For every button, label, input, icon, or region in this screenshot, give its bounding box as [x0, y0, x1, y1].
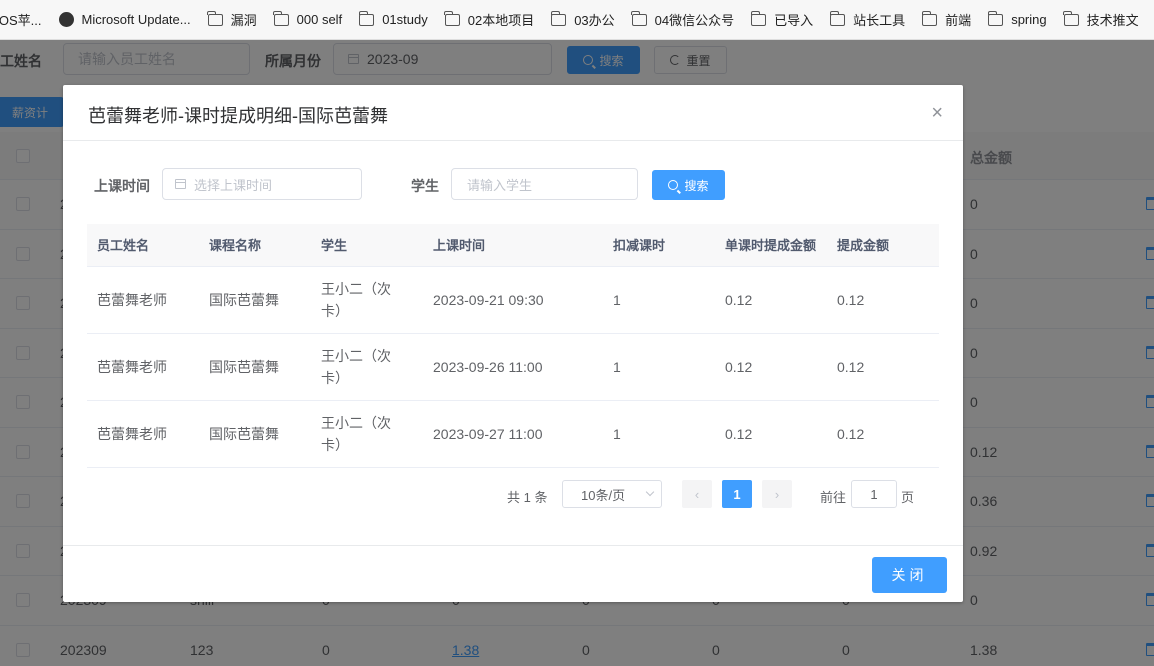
close-dialog-button[interactable]: 关闭: [872, 557, 947, 593]
column-header: 学生: [321, 238, 348, 253]
page-size-select[interactable]: 10条/页: [562, 480, 662, 508]
bookmark-folder[interactable]: 02本地项目: [444, 10, 534, 29]
student-label: 学生: [411, 178, 439, 194]
hours-cell: 1: [613, 292, 621, 308]
employee-cell: 芭蕾舞老师: [97, 292, 167, 308]
folder-icon: [987, 10, 1004, 26]
commission-amount-cell: 0.12: [837, 359, 865, 375]
next-page-button[interactable]: ›: [762, 480, 792, 508]
hours-cell: 1: [613, 426, 621, 442]
class-time-cell: 2023-09-26 11:00: [433, 359, 543, 375]
course-cell: 国际芭蕾舞: [209, 426, 279, 442]
employee-cell: 芭蕾舞老师: [97, 426, 167, 442]
student-cell: 王小二（次卡）: [321, 348, 391, 386]
table-row: 芭蕾舞老师 国际芭蕾舞 王小二（次卡） 2023-09-26 11:00 1 0…: [87, 334, 939, 401]
column-header: 扣减课时: [613, 238, 666, 253]
dialog-search-button[interactable]: 搜索: [652, 170, 725, 200]
course-cell: 国际芭蕾舞: [209, 359, 279, 375]
chevron-right-icon: ›: [774, 486, 780, 502]
bookmark-folder[interactable]: 技术推文: [1063, 10, 1139, 29]
globe-icon: [58, 12, 74, 27]
table-header: 员工姓名 课程名称 学生 上课时间 扣减课时 单课时提成金额 提成金额: [87, 224, 939, 267]
close-icon[interactable]: ×: [931, 103, 943, 123]
dialog-header: 芭蕾舞老师-课时提成明细-国际芭蕾舞 ×: [63, 85, 963, 141]
commission-amount-cell: 0.12: [837, 426, 865, 442]
folder-icon: [273, 10, 289, 26]
course-cell: 国际芭蕾舞: [209, 292, 279, 308]
folder-icon: [358, 10, 375, 26]
chevron-left-icon: ‹: [694, 486, 700, 502]
class-time-picker[interactable]: 选择上课时间: [162, 168, 362, 200]
bookmark-folder[interactable]: 000 self: [273, 10, 342, 27]
employee-cell: 芭蕾舞老师: [97, 359, 167, 375]
class-time-cell: 2023-09-21 09:30: [433, 292, 544, 308]
column-header: 上课时间: [433, 238, 486, 253]
unit-commission-cell: 0.12: [725, 359, 753, 375]
column-header: 课程名称: [209, 238, 262, 253]
pagination: 共 1 条 10条/页 ‹ 1 › 前往 1 页: [63, 480, 963, 510]
prev-page-button[interactable]: ‹: [682, 480, 712, 508]
unit-commission-cell: 0.12: [725, 292, 753, 308]
class-time-cell: 2023-09-27 11:00: [433, 426, 543, 442]
folder-icon: [444, 10, 460, 26]
table-row: 芭蕾舞老师 国际芭蕾舞 王小二（次卡） 2023-09-21 09:30 1 0…: [87, 267, 939, 334]
bookmark-folder[interactable]: 站长工具: [829, 10, 905, 29]
search-icon: [668, 180, 679, 190]
column-header: 员工姓名: [97, 238, 150, 253]
folder-icon: [631, 10, 647, 26]
page-number-current[interactable]: 1: [722, 480, 752, 508]
folder-icon: [829, 10, 846, 26]
column-header: 提成金额: [837, 238, 890, 253]
dialog-footer: 关闭: [63, 545, 963, 602]
bookmark-folder[interactable]: 01study: [358, 10, 428, 27]
folder-icon: [921, 10, 938, 26]
folder-icon: [207, 10, 223, 26]
column-header: 单课时提成金额: [725, 238, 817, 253]
student-input[interactable]: 请输入学生: [451, 168, 638, 200]
bookmark-microsoft-update[interactable]: Microsoft Update...: [58, 12, 191, 27]
folder-icon: [1063, 10, 1079, 26]
page-suffix: 页: [901, 490, 915, 505]
dialog-title: 芭蕾舞老师-课时提成明细-国际芭蕾舞: [88, 106, 388, 126]
unit-commission-cell: 0.12: [725, 426, 753, 442]
hours-cell: 1: [613, 359, 621, 375]
bookmark-folder[interactable]: 04微信公众号: [631, 10, 734, 29]
commission-amount-cell: 0.12: [837, 292, 865, 308]
bookmark-folder[interactable]: 漏洞: [207, 10, 257, 29]
bookmark-folder[interactable]: 已导入: [750, 10, 813, 29]
folder-icon: [750, 10, 767, 26]
student-cell: 王小二（次卡）: [321, 281, 391, 319]
table-row: 芭蕾舞老师 国际芭蕾舞 王小二（次卡） 2023-09-27 11:00 1 0…: [87, 401, 939, 468]
bookmark-ios[interactable]: iOS苹...: [0, 10, 42, 29]
goto-label: 前往: [820, 490, 847, 505]
bookmarks-bar: iOS苹... Microsoft Update... 漏洞 000 self …: [0, 0, 1154, 40]
student-cell: 王小二（次卡）: [321, 415, 391, 453]
folder-icon: [550, 10, 567, 26]
bookmark-folder[interactable]: spring: [987, 10, 1047, 27]
bookmark-folder[interactable]: 03办公: [550, 10, 615, 29]
commission-table: 员工姓名 课程名称 学生 上课时间 扣减课时 单课时提成金额 提成金额 芭蕾舞老…: [87, 224, 939, 468]
pagination-total: 共 1 条: [507, 490, 548, 505]
chevron-down-icon: [645, 487, 655, 497]
bookmark-folder[interactable]: 前端: [921, 10, 971, 29]
class-time-label: 上课时间: [94, 178, 150, 194]
goto-page-input[interactable]: 1: [851, 480, 897, 508]
commission-dialog: 芭蕾舞老师-课时提成明细-国际芭蕾舞 × 上课时间 选择上课时间 学生 请输入学…: [63, 85, 963, 602]
calendar-icon: [175, 179, 186, 189]
